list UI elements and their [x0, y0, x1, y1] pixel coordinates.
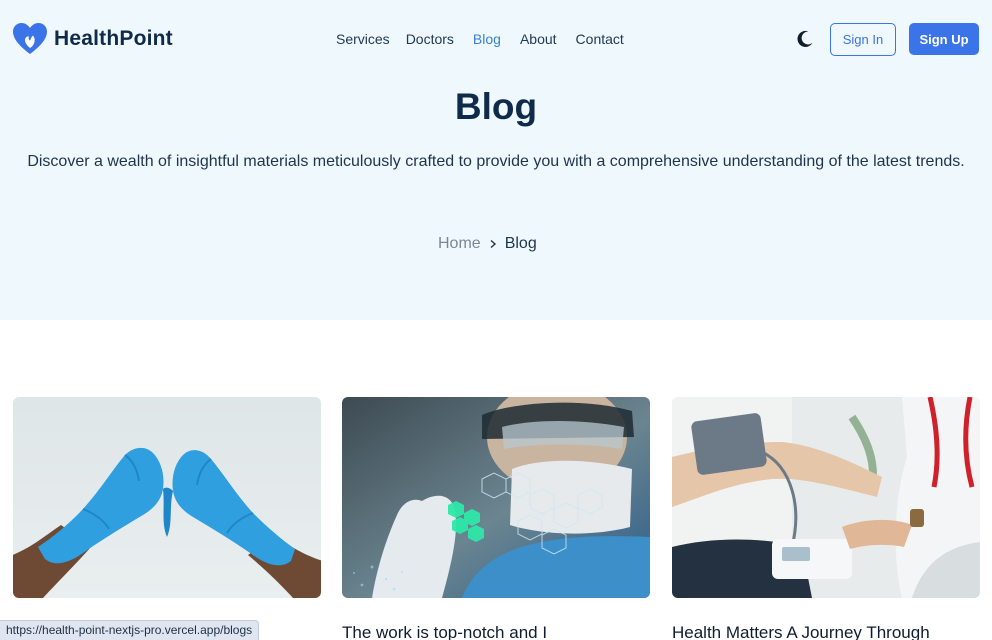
breadcrumb: Home Blog — [438, 235, 537, 253]
breadcrumb-home-link[interactable]: Home — [438, 235, 481, 253]
blog-card-title[interactable]: The work is top-notch and I — [342, 623, 662, 640]
breadcrumb-current: Blog — [504, 235, 537, 252]
sign-in-button[interactable]: Sign In — [830, 23, 896, 56]
scientist-hexagons-image — [342, 397, 650, 598]
main-nav: Services Doctors Blog About Contact — [336, 31, 624, 47]
nav-blog[interactable]: Blog — [473, 31, 501, 47]
blood-pressure-image — [672, 397, 980, 598]
blog-card[interactable]: Health Matters A Journey Through — [672, 397, 980, 640]
blog-card-image-link[interactable] — [13, 397, 321, 598]
blog-card-image-link[interactable] — [672, 397, 980, 598]
nav-services[interactable]: Services — [336, 31, 390, 47]
link-preview-status-bar: https://health-point-nextjs-pro.vercel.a… — [0, 620, 260, 640]
page-description: Discover a wealth of insightful material… — [27, 153, 965, 170]
nav-about[interactable]: About — [520, 31, 557, 47]
sign-up-button[interactable]: Sign Up — [909, 23, 979, 55]
heart-hands-image — [13, 397, 321, 598]
blog-card-image-link[interactable] — [342, 397, 650, 598]
brand-logo[interactable]: HealthPoint — [12, 22, 173, 56]
blog-card[interactable]: The work is top-notch and I — [342, 397, 650, 640]
blog-card-title[interactable]: Health Matters A Journey Through — [672, 623, 992, 640]
site-header: HealthPoint Services Doctors Blog About … — [0, 0, 992, 80]
chevron-right-icon — [481, 236, 505, 252]
nav-contact[interactable]: Contact — [576, 31, 624, 47]
brand-name: HealthPoint — [54, 27, 173, 50]
page-title: Blog — [454, 86, 538, 127]
heart-logo-icon — [13, 23, 47, 54]
moon-icon — [797, 30, 813, 47]
blog-card[interactable] — [13, 397, 321, 598]
theme-toggle-button[interactable] — [795, 29, 815, 49]
nav-doctors[interactable]: Doctors — [406, 31, 454, 47]
